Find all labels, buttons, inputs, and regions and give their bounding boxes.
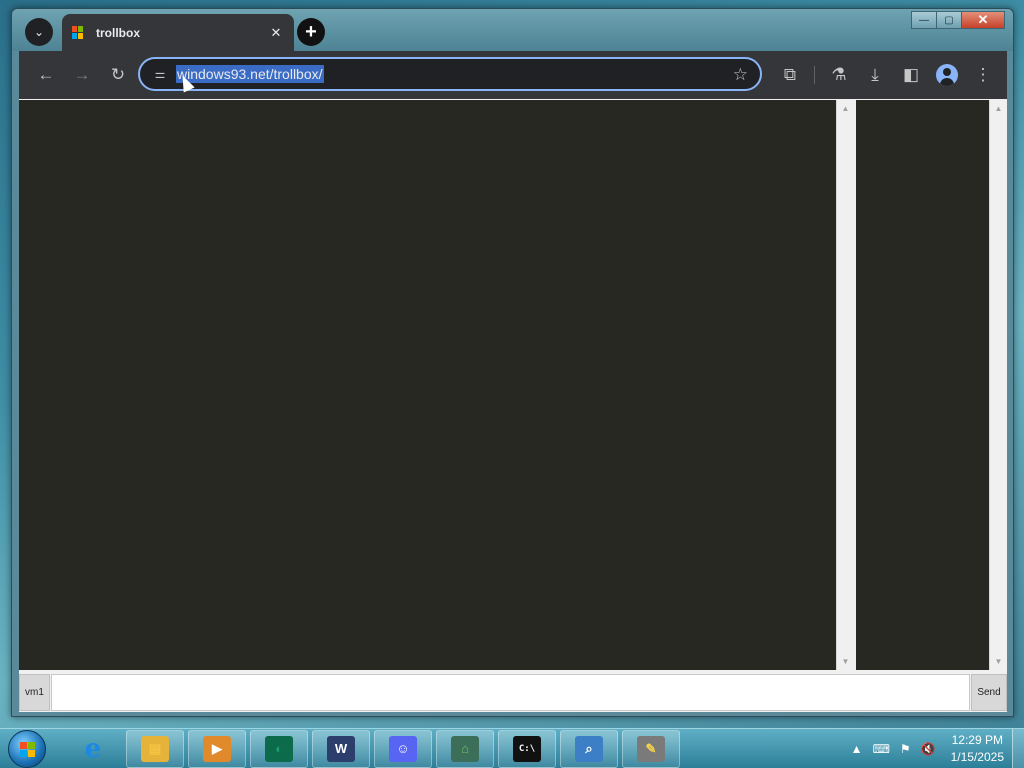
minimize-button[interactable]: —	[911, 11, 937, 29]
search-app-icon: ⌕	[575, 735, 603, 762]
taskbar-media-player-button[interactable]: ▶	[188, 729, 246, 768]
reload-button[interactable]: ↻	[100, 57, 136, 93]
system-tray: ▲ ⌨ ⚑ 🔇 12:29 PM 1/15/2025	[846, 729, 1024, 768]
volume-muted-icon[interactable]: 🔇	[921, 742, 936, 756]
taskbar-apps: e ▤ ▶ ◐ W ☺ ⌂ C:\ ⌕ ✎	[64, 729, 684, 768]
avatar-icon	[936, 64, 958, 86]
user-list-scrollbar[interactable]: ▲ ▼	[989, 100, 1007, 670]
network-icon[interactable]: ⌨	[873, 742, 890, 756]
user-list-panel[interactable]	[856, 100, 989, 670]
chat-scrollbar[interactable]: ▲ ▼	[836, 100, 854, 670]
reload-icon: ↻	[110, 65, 126, 84]
show-hidden-icons-icon[interactable]: ▲	[851, 742, 863, 756]
side-panel-button[interactable]: ◧	[893, 57, 929, 93]
discord-icon: ☺	[389, 735, 417, 762]
taskbar-paint-app-button[interactable]: ✎	[622, 729, 680, 768]
arrow-left-icon: ←	[37, 65, 55, 84]
extensions-button[interactable]: ⧉	[772, 57, 808, 93]
clock-date: 1/15/2025	[950, 750, 1004, 764]
plus-icon: +	[305, 20, 317, 43]
clock-time: 12:29 PM	[951, 733, 1003, 747]
nickname-button[interactable]: vm1	[19, 674, 50, 711]
close-tab-icon[interactable]: ✕	[268, 25, 284, 41]
back-button[interactable]: ←	[28, 57, 64, 93]
message-input[interactable]	[51, 674, 970, 711]
toolbar-divider	[814, 66, 815, 84]
arrow-right-icon: →	[73, 65, 91, 84]
side-panel-icon: ◧	[902, 65, 920, 84]
action-center-flag-icon[interactable]: ⚑	[900, 742, 911, 756]
new-tab-button[interactable]: +	[297, 18, 325, 46]
trollbox-favicon-icon	[72, 25, 88, 40]
taskbar-internet-explorer-button[interactable]: e	[64, 730, 122, 768]
taskbar-windows93-app-button[interactable]: W	[312, 729, 370, 768]
kebab-menu-icon: ⋮	[974, 65, 992, 84]
taskbar-command-prompt-button[interactable]: C:\	[498, 729, 556, 768]
windows-logo-icon	[20, 741, 36, 758]
site-info-icon[interactable]: ⚌	[146, 67, 174, 81]
file-explorer-icon: ▤	[141, 735, 169, 762]
taskbar-search-app-button[interactable]: ⌕	[560, 729, 618, 768]
maximize-button[interactable]: ▢	[936, 11, 962, 29]
profile-button[interactable]	[929, 57, 965, 93]
chevron-down-icon: ⌄	[33, 25, 45, 39]
page-content: ▲ ▼ ▲ ▼ vm1 Send	[19, 99, 1007, 712]
browser-toolbar: ← → ↻ ⚌ windows93.net/trollbox/ ☆ ⧉ ⚗ ⤓	[19, 51, 1007, 99]
paint-app-icon: ✎	[637, 735, 665, 762]
tab-title: trollbox	[96, 25, 140, 40]
scroll-up-icon[interactable]: ▲	[995, 104, 1003, 113]
url-text[interactable]: windows93.net/trollbox/	[176, 65, 324, 83]
clock[interactable]: 12:29 PM 1/15/2025	[951, 732, 1004, 766]
toolbar-actions: ⧉ ⚗ ⤓ ◧ ⋮	[772, 57, 1001, 93]
flask-icon: ⚗	[831, 65, 847, 84]
windows93-app-icon: W	[327, 735, 355, 762]
window-controls: — ▢ ✕	[911, 11, 1005, 29]
command-prompt-icon: C:\	[513, 735, 541, 762]
forward-button[interactable]: →	[64, 57, 100, 93]
puzzle-icon: ⧉	[783, 65, 797, 84]
close-window-button[interactable]: ✕	[961, 11, 1005, 29]
download-icon: ⤓	[871, 65, 879, 84]
taskbar-network-app-button[interactable]: ⌂	[436, 729, 494, 768]
message-input-row: vm1 Send	[19, 673, 1007, 712]
browser-menu-button[interactable]: ⋮	[965, 57, 1001, 93]
send-button[interactable]: Send	[971, 674, 1007, 711]
tab-search-button[interactable]: ⌄	[25, 18, 53, 46]
scroll-down-icon[interactable]: ▼	[995, 657, 1003, 666]
title-bar: ⌄ trollbox ✕ + — ▢ ✕	[12, 9, 1013, 51]
scroll-down-icon[interactable]: ▼	[842, 657, 850, 666]
show-desktop-button[interactable]	[1012, 729, 1024, 768]
taskbar: e ▤ ▶ ◐ W ☺ ⌂ C:\ ⌕ ✎ ▲ ⌨ ⚑ 🔇 12:29 PM 1/15/2025	[0, 728, 1024, 768]
start-button[interactable]	[8, 729, 46, 768]
browser-app-icon: ◐	[265, 735, 293, 762]
tab-trollbox[interactable]: trollbox ✕	[62, 14, 294, 51]
labs-button[interactable]: ⚗	[821, 57, 857, 93]
browser-window: ⌄ trollbox ✕ + — ▢ ✕ ← → ↻ ⚌ windows93.n…	[11, 8, 1014, 717]
internet-explorer-icon: e	[84, 733, 102, 764]
address-bar[interactable]: ⚌ windows93.net/trollbox/ ☆	[138, 57, 762, 91]
chat-messages-area[interactable]	[19, 100, 836, 670]
scroll-up-icon[interactable]: ▲	[842, 104, 850, 113]
taskbar-browser-app-button[interactable]: ◐	[250, 729, 308, 768]
bookmark-star-icon[interactable]: ☆	[733, 65, 748, 85]
media-player-icon: ▶	[203, 735, 231, 762]
network-app-icon: ⌂	[451, 735, 479, 762]
downloads-button[interactable]: ⤓	[857, 57, 893, 93]
taskbar-discord-button[interactable]: ☺	[374, 729, 432, 768]
taskbar-file-explorer-button[interactable]: ▤	[126, 729, 184, 768]
